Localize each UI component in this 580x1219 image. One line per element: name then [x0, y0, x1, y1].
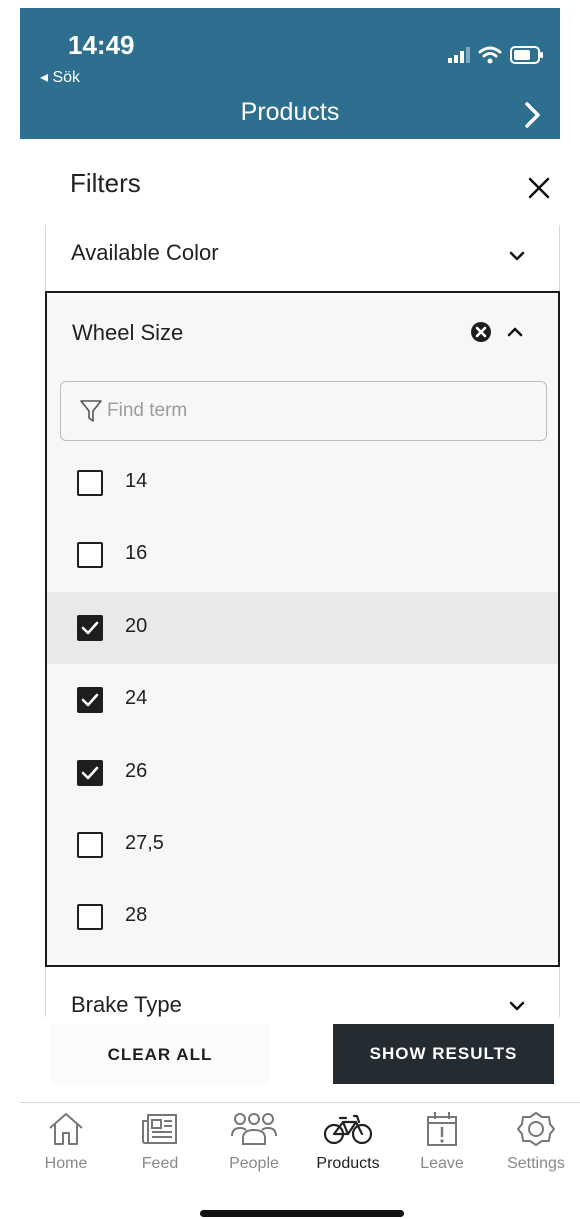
clear-all-button[interactable]: CLEAR ALL	[50, 1025, 270, 1085]
battery-icon	[510, 46, 543, 64]
chevron-right-icon	[525, 102, 540, 128]
wheel-size-option-14[interactable]: 14	[47, 447, 558, 519]
tab-products[interactable]: Products	[302, 1111, 394, 1183]
clear-selection-icon[interactable]	[470, 321, 492, 343]
tab-home[interactable]: Home	[20, 1111, 112, 1183]
wheel-size-option-16[interactable]: 16	[47, 519, 558, 591]
option-label: 26	[125, 760, 148, 782]
wheel-size-option-24[interactable]: 24	[47, 664, 558, 736]
filter-section-color[interactable]: Available Color	[45, 225, 560, 291]
newspaper-icon	[142, 1114, 177, 1144]
nav-forward-button[interactable]	[520, 98, 546, 132]
calendar-alert-icon	[427, 1112, 457, 1146]
tab-label: Home	[44, 1155, 88, 1172]
tab-people[interactable]: People	[208, 1111, 300, 1183]
option-label: 16	[125, 542, 148, 564]
wheel-size-option-28[interactable]: 28	[47, 881, 558, 953]
tab-label: People	[229, 1155, 279, 1172]
filter-section-label: Available Color	[71, 240, 219, 265]
filter-section-label[interactable]: Wheel Size	[72, 320, 183, 346]
bicycle-icon	[323, 1114, 373, 1145]
status-time: 14:49	[68, 30, 135, 60]
filter-section-brake-type[interactable]: Brake Type	[45, 967, 560, 1017]
page-title: Products	[240, 98, 340, 126]
checkmark-icon	[81, 621, 99, 635]
option-label: 24	[125, 687, 148, 709]
option-label: 27,5	[125, 832, 164, 854]
bottom-tab-bar: Home Feed People Products Leave Settings	[20, 1102, 580, 1182]
filter-section-label: Brake Type	[71, 992, 182, 1017]
tab-leave[interactable]: Leave	[396, 1111, 488, 1183]
filters-title: Filters	[70, 168, 141, 198]
chevron-down-icon	[506, 995, 528, 1017]
checkbox[interactable]	[77, 832, 103, 858]
checkbox-checked[interactable]	[77, 687, 103, 713]
home-icon	[49, 1113, 83, 1145]
find-term-input[interactable]	[107, 396, 527, 426]
filter-funnel-icon	[80, 400, 102, 422]
signal-icon	[448, 47, 470, 63]
checkbox-checked[interactable]	[77, 760, 103, 786]
checkbox[interactable]	[77, 542, 103, 568]
wheel-size-option-27-5[interactable]: 27,5	[47, 809, 558, 881]
filter-section-wheel-size: Wheel Size 14 16 20 24 26	[45, 291, 560, 967]
tab-label: Settings	[507, 1155, 565, 1172]
find-term-field[interactable]	[60, 381, 547, 441]
tab-settings[interactable]: Settings	[490, 1111, 580, 1183]
status-icons	[448, 44, 544, 66]
option-label: 28	[125, 904, 148, 926]
chevron-up-icon[interactable]	[504, 321, 526, 343]
option-label: 14	[125, 470, 148, 492]
checkbox[interactable]	[77, 470, 103, 496]
back-to-app-link[interactable]: ◂ Sök	[40, 67, 80, 87]
gear-icon	[517, 1112, 555, 1146]
filter-actions: CLEAR ALL SHOW RESULTS	[0, 1017, 580, 1102]
tab-feed[interactable]: Feed	[114, 1111, 206, 1183]
tab-label: Feed	[141, 1155, 179, 1172]
wheel-size-option-20[interactable]: 20	[47, 592, 558, 664]
checkbox[interactable]	[77, 904, 103, 930]
app-header: 14:49 ◂ Sök Products	[20, 8, 560, 139]
chevron-down-icon	[506, 245, 528, 267]
close-icon	[528, 177, 550, 199]
checkbox-checked[interactable]	[77, 615, 103, 641]
checkmark-icon	[81, 693, 99, 707]
people-icon	[231, 1113, 277, 1145]
close-filters-button[interactable]	[524, 173, 554, 203]
checkmark-icon	[81, 766, 99, 780]
wheel-size-option-26[interactable]: 26	[47, 737, 558, 809]
tab-label: Leave	[420, 1155, 464, 1172]
show-results-button[interactable]: SHOW RESULTS	[333, 1024, 554, 1084]
option-label: 20	[125, 615, 148, 637]
home-indicator[interactable]	[200, 1210, 404, 1217]
tab-label: Products	[316, 1155, 380, 1172]
wifi-icon	[478, 46, 502, 64]
